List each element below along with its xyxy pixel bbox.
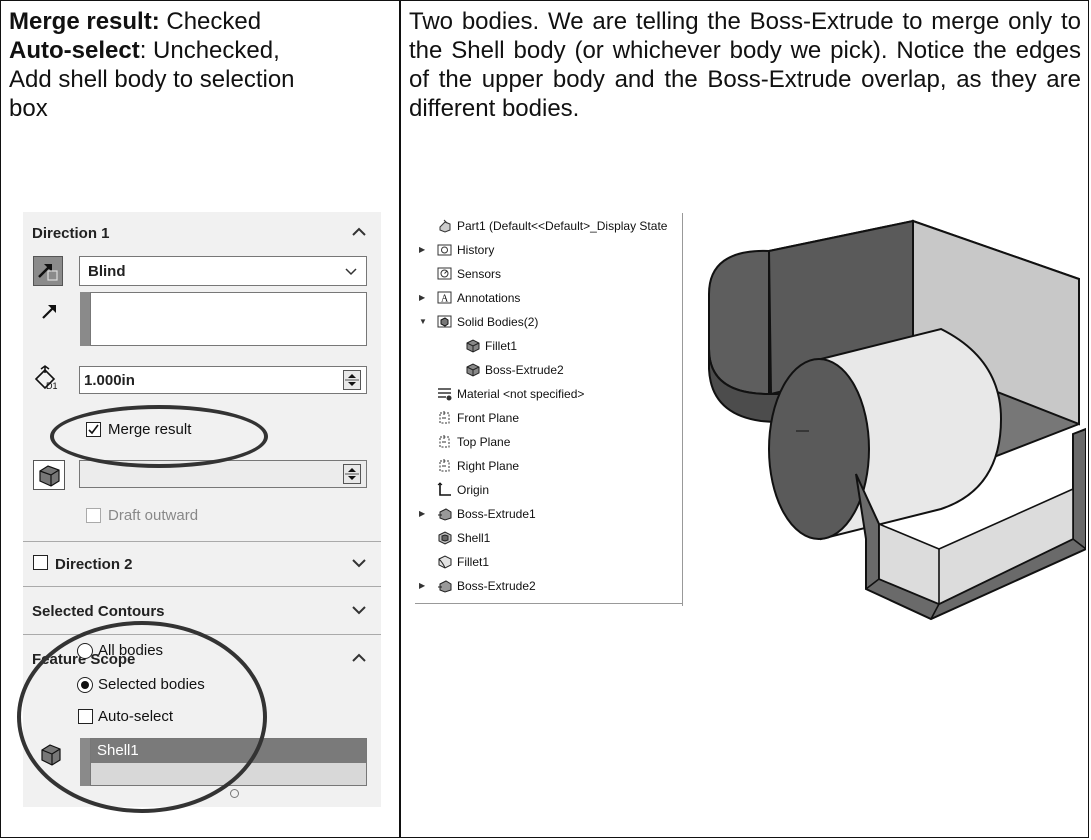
expand-right-icon[interactable]: ▶ <box>419 575 429 597</box>
direction1-title: Direction 1 <box>32 225 110 242</box>
solid-bodies-icon <box>437 315 452 328</box>
column-divider <box>399 1 401 837</box>
tree-item-label: Annotations <box>457 291 521 305</box>
tree-item-label: Fillet1 <box>457 555 490 569</box>
tree-item-label: Top Plane <box>457 435 511 449</box>
reverse-direction-icon <box>38 264 58 281</box>
fillet-icon <box>438 555 452 569</box>
depth-value: 1.000in <box>84 372 135 389</box>
direction2-title: Direction 2 <box>55 556 133 573</box>
auto-select-state: : Unchecked, <box>139 37 280 64</box>
material-icon <box>438 388 452 401</box>
content-table: Merge result: Checked Auto-select: Unche… <box>0 0 1089 838</box>
plane-icon <box>439 459 450 472</box>
body-icon <box>466 339 480 353</box>
solid-body-icon <box>39 465 60 487</box>
direction-selection-box[interactable] <box>90 292 367 346</box>
expand-down-icon[interactable]: ▼ <box>419 311 429 333</box>
tree-border <box>682 213 683 606</box>
svg-text:A: A <box>441 294 449 305</box>
part-3d-view <box>708 219 1086 621</box>
section-divider <box>23 586 381 587</box>
depth-input[interactable]: 1.000in <box>79 366 367 394</box>
end-condition-value: Blind <box>88 263 126 280</box>
auto-select-heading: Auto-select <box>9 37 140 64</box>
direction1-header[interactable]: Direction 1 <box>23 212 381 252</box>
depth-spinner[interactable] <box>343 370 361 390</box>
plane-icon <box>439 435 450 448</box>
extrude-icon <box>438 508 452 521</box>
tree-item-label: Boss-Extrude2 <box>485 363 564 377</box>
chevron-down-icon <box>345 268 357 276</box>
draft-outward-label: Draft outward <box>108 507 199 524</box>
tree-item-label: Material <not specified> <box>457 387 585 401</box>
end-condition-select[interactable]: Blind <box>79 256 367 286</box>
tree-item-label: Part1 (Default<<Default>_Display State <box>457 219 668 233</box>
merge-result-state: Checked <box>159 8 262 35</box>
tree-item-label: Front Plane <box>457 411 520 425</box>
svg-text:D1: D1 <box>46 381 58 391</box>
direction2-checkbox[interactable] <box>33 555 48 570</box>
history-icon <box>437 244 452 256</box>
selected-contours-header[interactable]: Selected Contours <box>23 590 381 630</box>
spinner-arrows-icon <box>345 468 359 480</box>
resize-handle[interactable] <box>230 789 239 798</box>
direction2-header[interactable]: Direction 2 <box>23 543 381 583</box>
direction-arrow-icon <box>42 305 56 319</box>
section-divider <box>23 541 381 542</box>
left-line3: Add shell body to selection <box>9 66 295 93</box>
tree-item-label: Shell1 <box>457 531 491 545</box>
tree-item-label: Sensors <box>457 267 502 281</box>
merge-result-highlight-ellipse <box>50 405 268 468</box>
tree-item-label: Right Plane <box>457 459 520 473</box>
chevron-down-icon[interactable] <box>349 553 369 573</box>
sensor-icon <box>437 267 452 280</box>
origin-icon <box>437 482 451 496</box>
tree-item-label: Fillet1 <box>485 339 518 353</box>
body-icon <box>466 363 480 377</box>
secondary-spinner[interactable] <box>343 464 361 484</box>
expand-right-icon[interactable]: ▶ <box>419 287 429 309</box>
depth-icon: D1 <box>34 365 58 391</box>
draft-outward-checkbox[interactable] <box>86 508 101 523</box>
body-selection-button[interactable] <box>33 460 65 490</box>
extrude-property-manager: Direction 1 Blind D1 1.000in Merge resul… <box>17 212 381 813</box>
chevron-down-icon[interactable] <box>349 600 369 620</box>
feature-scope-highlight-ellipse <box>17 621 267 813</box>
tree-item-label: Boss-Extrude2 <box>457 579 536 593</box>
expand-right-icon[interactable]: ▶ <box>419 239 429 261</box>
tree-item-label: Boss-Extrude1 <box>457 507 536 521</box>
tree-item-label: Solid Bodies(2) <box>457 315 539 329</box>
tree-border-bottom <box>415 603 683 604</box>
part-icon <box>439 219 451 233</box>
plane-icon <box>439 411 450 424</box>
chevron-up-icon[interactable] <box>349 222 369 242</box>
selected-contours-title: Selected Contours <box>32 603 165 620</box>
chevron-up-icon[interactable] <box>349 648 369 668</box>
annotation-icon: A <box>437 291 452 305</box>
reverse-direction-button[interactable] <box>33 256 63 286</box>
right-description: Two bodies. We are telling the Boss-Extr… <box>409 8 1081 122</box>
feature-manager-tree: Part1 (Default<<Default>_Display State ▶ H… <box>415 213 683 608</box>
left-line4: box <box>9 95 48 122</box>
selection-color-bar <box>80 292 90 346</box>
expand-right-icon[interactable]: ▶ <box>419 503 429 525</box>
shell-icon <box>438 531 452 545</box>
spinner-arrows-icon <box>345 374 359 386</box>
tree-item-label: History <box>457 243 495 257</box>
left-description: Merge result: Checked Auto-select: Unche… <box>9 7 394 123</box>
extrude-icon <box>438 580 452 593</box>
merge-result-heading: Merge result: <box>9 8 160 35</box>
tree-item-label: Origin <box>457 483 490 497</box>
